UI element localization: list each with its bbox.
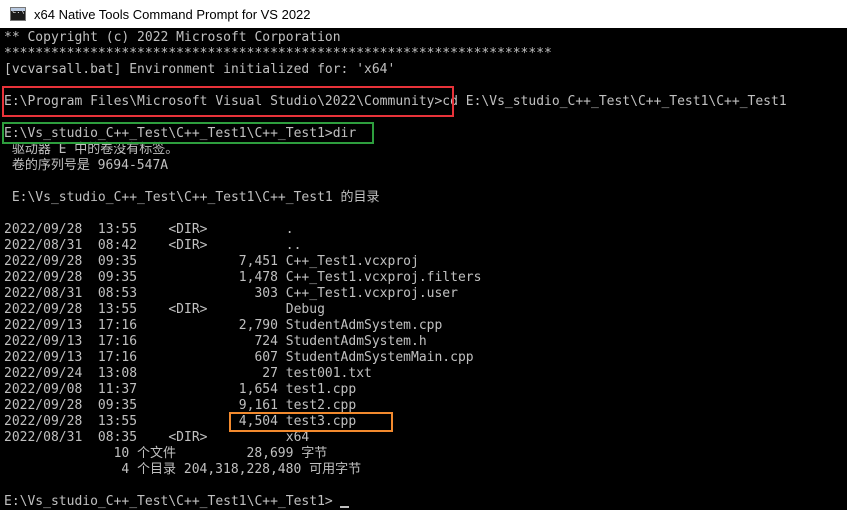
dir-listing-row: 2022/09/28 13:55 <DIR> . [4, 222, 294, 237]
text-cursor [340, 506, 349, 508]
dir-listing-row: 2022/09/24 13:08 27 test001.txt [4, 366, 372, 381]
console-line: [vcvarsall.bat] Environment initialized … [4, 62, 396, 77]
dir-summary-files: 10 个文件 28,699 字节 [4, 446, 328, 461]
console-line: 驱动器 E 中的卷没有标签。 [4, 142, 179, 157]
console-line: ** Copyright (c) 2022 Microsoft Corporat… [4, 30, 341, 45]
dir-listing-row: 2022/08/31 08:42 <DIR> .. [4, 238, 302, 253]
dir-listing-row: 2022/09/28 13:55 <DIR> Debug [4, 302, 325, 317]
command-prompt[interactable]: E:\Vs_studio_C++_Test\C++_Test1\C++_Test… [4, 494, 333, 510]
dir-listing-row: 2022/08/31 08:35 <DIR> x64 [4, 430, 310, 445]
dir-listing-row: 2022/09/28 09:35 1,478 C++_Test1.vcxproj… [4, 270, 482, 285]
dir-summary-dirs: 4 个目录 204,318,228,480 可用字节 [4, 462, 362, 477]
dir-listing-row: 2022/09/13 17:16 724 StudentAdmSystem.h [4, 334, 427, 349]
dir-listing-row: 2022/09/28 09:35 7,451 C++_Test1.vcxproj [4, 254, 419, 269]
console-output[interactable]: ** Copyright (c) 2022 Microsoft Corporat… [0, 28, 847, 510]
dir-listing-row: 2022/08/31 08:53 303 C++_Test1.vcxproj.u… [4, 286, 458, 301]
window-title: x64 Native Tools Command Prompt for VS 2… [34, 6, 311, 22]
highlight-box-orange [229, 412, 393, 432]
title-bar[interactable]: x64 Native Tools Command Prompt for VS 2… [0, 0, 847, 28]
dir-listing-row: 2022/09/13 17:16 2,790 StudentAdmSystem.… [4, 318, 443, 333]
cmd-icon [10, 7, 26, 21]
highlight-box-green [2, 122, 374, 144]
highlight-box-red [2, 86, 454, 117]
console-line: ****************************************… [4, 46, 552, 61]
console-line: 卷的序列号是 9694-547A [4, 158, 169, 173]
console-line-directory-of: E:\Vs_studio_C++_Test\C++_Test1\C++_Test… [4, 190, 380, 205]
dir-listing-row: 2022/09/08 11:37 1,654 test1.cpp [4, 382, 357, 397]
dir-listing-row: 2022/09/13 17:16 607 StudentAdmSystemMai… [4, 350, 474, 365]
